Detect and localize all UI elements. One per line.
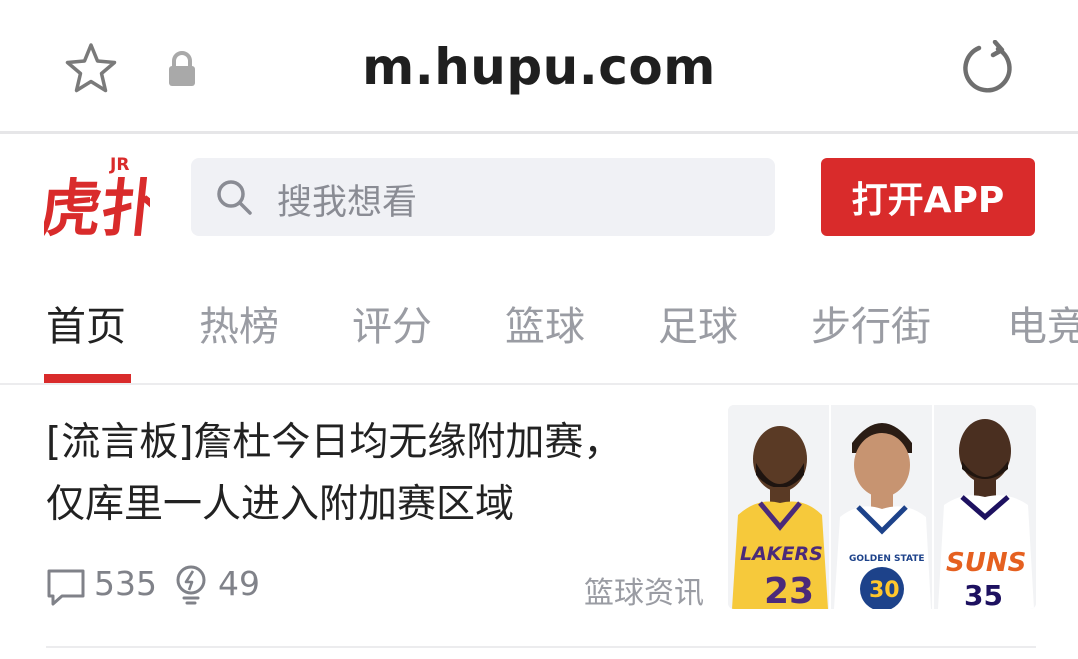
tab-esports[interactable]: 电竞 (1007, 294, 1078, 352)
news-thumbnail[interactable]: LAKERS 23 GOLDEN STATE 30 SUNS 35 (728, 405, 1036, 609)
tab-rating[interactable]: 评分 (352, 294, 432, 352)
news-title[interactable]: [流言板]詹杜今日均无缘附加赛， 仅库里一人进入附加赛区域 (46, 412, 686, 536)
open-app-button[interactable]: 打开APP (821, 158, 1035, 236)
news-category[interactable]: 篮球资讯 (584, 568, 704, 612)
tabs-divider (0, 383, 1078, 385)
svg-text:23: 23 (764, 571, 814, 609)
comment-count: 535 (94, 564, 157, 603)
search-input[interactable]: 搜我想看 (191, 158, 775, 236)
browser-url-bar: m.hupu.com (0, 0, 1078, 134)
player-portrait: GOLDEN STATE 30 (831, 405, 932, 609)
svg-text:30: 30 (869, 578, 900, 603)
svg-text:LAKERS: LAKERS (740, 543, 823, 565)
active-tab-indicator (44, 374, 131, 383)
news-title-line: [流言板]詹杜今日均无缘附加赛， (46, 420, 623, 465)
player-portrait: SUNS 35 (934, 405, 1036, 609)
svg-text:GOLDEN STATE: GOLDEN STATE (849, 554, 925, 564)
reload-icon[interactable] (962, 40, 1018, 96)
player-portrait: LAKERS 23 (728, 405, 829, 609)
hupu-logo[interactable]: 虎扑 JR (44, 150, 150, 242)
tab-home[interactable]: 首页 (46, 294, 126, 352)
news-title-line: 仅库里一人进入附加赛区域 (46, 482, 515, 527)
channel-tabs: 首页 热榜 评分 篮球 足球 步行街 电竞 (0, 286, 1078, 382)
lightbulb-icon (176, 565, 206, 605)
logo-badge: JR (109, 155, 129, 175)
tab-football[interactable]: 足球 (658, 294, 738, 352)
tab-street[interactable]: 步行街 (811, 294, 931, 352)
tab-hot[interactable]: 热榜 (199, 294, 279, 352)
search-placeholder: 搜我想看 (277, 183, 418, 223)
svg-text:35: 35 (964, 579, 1003, 609)
list-divider (46, 646, 1036, 648)
search-icon (217, 180, 252, 215)
comment-icon (47, 569, 85, 606)
url-bar-divider (0, 131, 1078, 134)
news-meta: 535 49 篮球资讯 (46, 562, 726, 612)
logo-text: 虎扑 (44, 172, 150, 242)
url-text[interactable]: m.hupu.com (0, 38, 1078, 96)
svg-text:SUNS: SUNS (946, 548, 1026, 578)
tab-basketball[interactable]: 篮球 (505, 294, 585, 352)
light-count: 49 (218, 564, 260, 603)
